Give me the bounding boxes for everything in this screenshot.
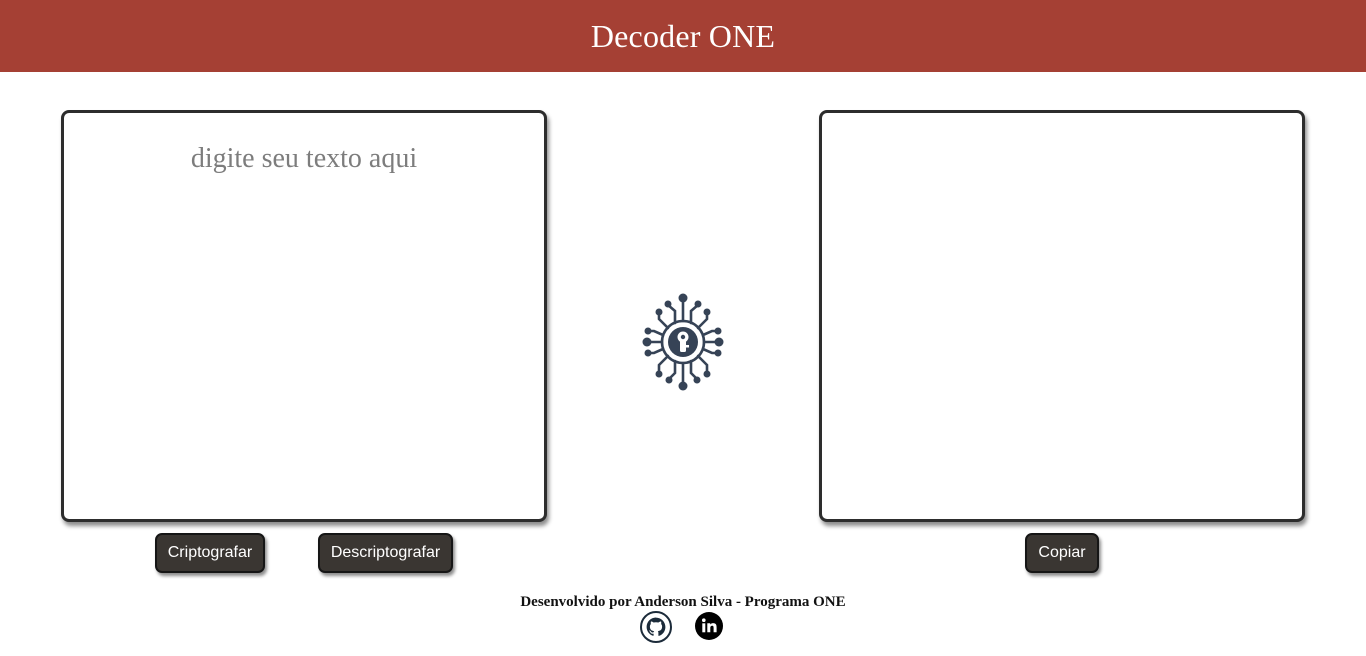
linkedin-link[interactable] bbox=[694, 611, 726, 643]
circuit-key-icon bbox=[641, 293, 725, 391]
footer-credit: Desenvolvido por Anderson Silva - Progra… bbox=[520, 594, 846, 610]
github-icon bbox=[640, 611, 672, 643]
linkedin-icon bbox=[694, 611, 726, 641]
page-title: Decoder ONE bbox=[590, 17, 776, 54]
copy-button[interactable]: Copiar bbox=[1025, 533, 1099, 573]
decrypt-button[interactable]: Descriptografar bbox=[318, 533, 453, 573]
output-panel bbox=[819, 110, 1305, 522]
app-header: Decoder ONE bbox=[0, 0, 1366, 72]
input-text-area[interactable] bbox=[64, 113, 544, 519]
encrypt-button[interactable]: Criptografar bbox=[155, 533, 265, 573]
github-link[interactable] bbox=[640, 611, 672, 643]
output-text-area[interactable] bbox=[822, 113, 1302, 519]
input-panel bbox=[61, 110, 547, 522]
